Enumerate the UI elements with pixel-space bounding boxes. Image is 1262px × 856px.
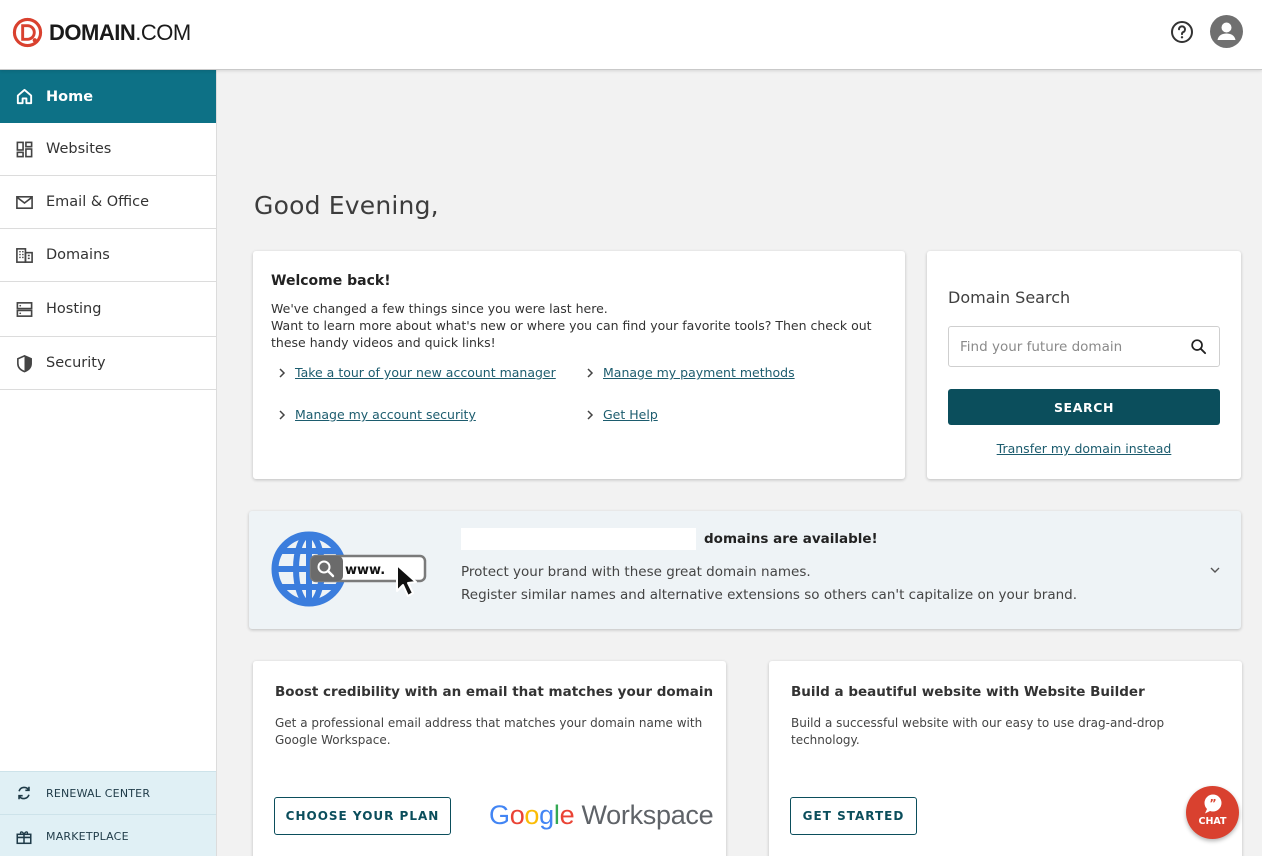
domain-search-box — [948, 326, 1220, 367]
sidebar-item-label: Home — [46, 88, 94, 105]
chevron-right-icon — [587, 409, 594, 420]
domain-search-input[interactable] — [960, 338, 1180, 355]
link-text: Take a tour of your new account manager — [295, 365, 556, 380]
website-promo-desc: Build a successful website with our easy… — [791, 716, 1165, 747]
sidebar-item-security[interactable]: Security — [0, 337, 216, 390]
sidebar-item-label: Security — [46, 355, 106, 371]
logo-suffix-text: .COM — [135, 19, 191, 45]
building-icon — [16, 247, 33, 263]
email-promo-desc: Get a professional email address that ma… — [275, 716, 703, 747]
choose-your-plan-button[interactable]: CHOOSE YOUR PLAN — [274, 797, 451, 835]
quick-links: Take a tour of your new account manager … — [271, 365, 887, 435]
sidebar-item-email-office[interactable]: Email & Office — [0, 176, 216, 229]
link-text: Manage my account security — [295, 407, 476, 422]
welcome-title: Welcome back! — [271, 273, 391, 289]
chevron-right-icon — [279, 367, 286, 378]
chevron-right-icon — [587, 367, 594, 378]
welcome-text-line-1: We've changed a few things since you wer… — [271, 301, 608, 316]
user-avatar[interactable] — [1210, 15, 1243, 48]
sidebar-item-label: MARKETPLACE — [46, 830, 129, 843]
link-text: Manage my payment methods — [603, 365, 795, 380]
search-icon[interactable] — [1190, 338, 1207, 355]
refresh-icon — [18, 786, 30, 800]
svg-text:”: ” — [1209, 797, 1216, 810]
help-circle-icon[interactable] — [1170, 20, 1194, 44]
sidebar-item-renewal-center[interactable]: RENEWAL CENTER — [0, 771, 216, 814]
email-promo-title: Boost credibility with an email that mat… — [275, 684, 714, 700]
banner-domain-placeholder — [461, 528, 696, 550]
google-wordmark: Google — [489, 800, 575, 830]
banner-title: domains are available! — [704, 531, 878, 547]
domain-search-card: Domain Search SEARCH Transfer my domain … — [927, 251, 1241, 479]
welcome-card: Welcome back! We've changed a few things… — [253, 251, 905, 479]
dashboard-icon — [16, 141, 33, 157]
sidebar-item-label: Websites — [46, 141, 112, 157]
banner-text-line-1: Protect your brand with these great doma… — [461, 564, 811, 580]
chat-label: CHAT — [1198, 816, 1227, 827]
chevron-right-icon — [279, 409, 286, 420]
gift-icon — [16, 830, 32, 844]
website-promo-title: Build a beautiful website with Website B… — [791, 684, 1145, 700]
google-workspace-logo: Google Workspace — [489, 800, 714, 831]
sidebar-item-domains[interactable]: Domains — [0, 229, 216, 282]
banner-text-line-2: Register similar names and alternative e… — [461, 587, 1078, 603]
shield-icon — [17, 354, 32, 372]
link-text: Get Help — [603, 407, 658, 422]
sidebar-item-label: Hosting — [46, 301, 102, 317]
sidebar-bottom-links: RENEWAL CENTER MARKETPLACE — [0, 771, 216, 856]
chat-bubble-icon: ” — [1204, 794, 1222, 814]
server-icon — [16, 301, 33, 317]
get-started-button[interactable]: GET STARTED — [790, 797, 917, 835]
top-header: DOMAIN.COM — [0, 0, 1262, 70]
sidebar-item-home[interactable]: Home — [0, 70, 216, 123]
home-icon — [16, 88, 33, 105]
globe-www-illustration: www. — [271, 531, 427, 607]
workspace-wordmark: Workspace — [581, 800, 714, 830]
link-account-tour[interactable]: Take a tour of your new account manager — [277, 365, 556, 380]
email-promo-card: Boost credibility with an email that mat… — [253, 661, 726, 856]
sidebar-item-label: Email & Office — [46, 194, 150, 210]
domain-search-title: Domain Search — [948, 288, 1071, 307]
chevron-down-icon[interactable] — [1209, 566, 1221, 574]
link-get-help[interactable]: Get Help — [585, 407, 658, 422]
user-icon — [1217, 22, 1236, 40]
logo-brand-text: DOMAIN — [49, 19, 136, 45]
chat-button[interactable]: ” CHAT — [1186, 786, 1239, 839]
transfer-domain-link[interactable]: Transfer my domain instead — [927, 441, 1241, 456]
link-account-security[interactable]: Manage my account security — [277, 407, 476, 422]
banner-art-text: www. — [345, 563, 385, 578]
page-greeting: Good Evening, — [254, 191, 439, 220]
domain-com-logo[interactable]: DOMAIN.COM — [12, 17, 191, 48]
mail-icon — [16, 195, 33, 209]
sidebar-item-label: RENEWAL CENTER — [46, 786, 151, 800]
sidebar-item-websites[interactable]: Websites — [0, 123, 216, 176]
welcome-text-line-2: Want to learn more about what's new or w… — [271, 318, 872, 350]
sidebar-item-marketplace[interactable]: MARKETPLACE — [0, 814, 216, 856]
search-button[interactable]: SEARCH — [948, 389, 1220, 425]
logo-d-icon — [12, 17, 43, 48]
sidebar: Home Websites Email & Office Domains Hos… — [0, 70, 217, 856]
website-builder-promo-card: Build a beautiful website with Website B… — [769, 661, 1242, 856]
sidebar-item-label: Domains — [46, 247, 110, 263]
link-payment-methods[interactable]: Manage my payment methods — [585, 365, 795, 380]
domains-available-banner[interactable]: www. domains are available! Protect your… — [249, 511, 1241, 629]
sidebar-item-hosting[interactable]: Hosting — [0, 282, 216, 337]
